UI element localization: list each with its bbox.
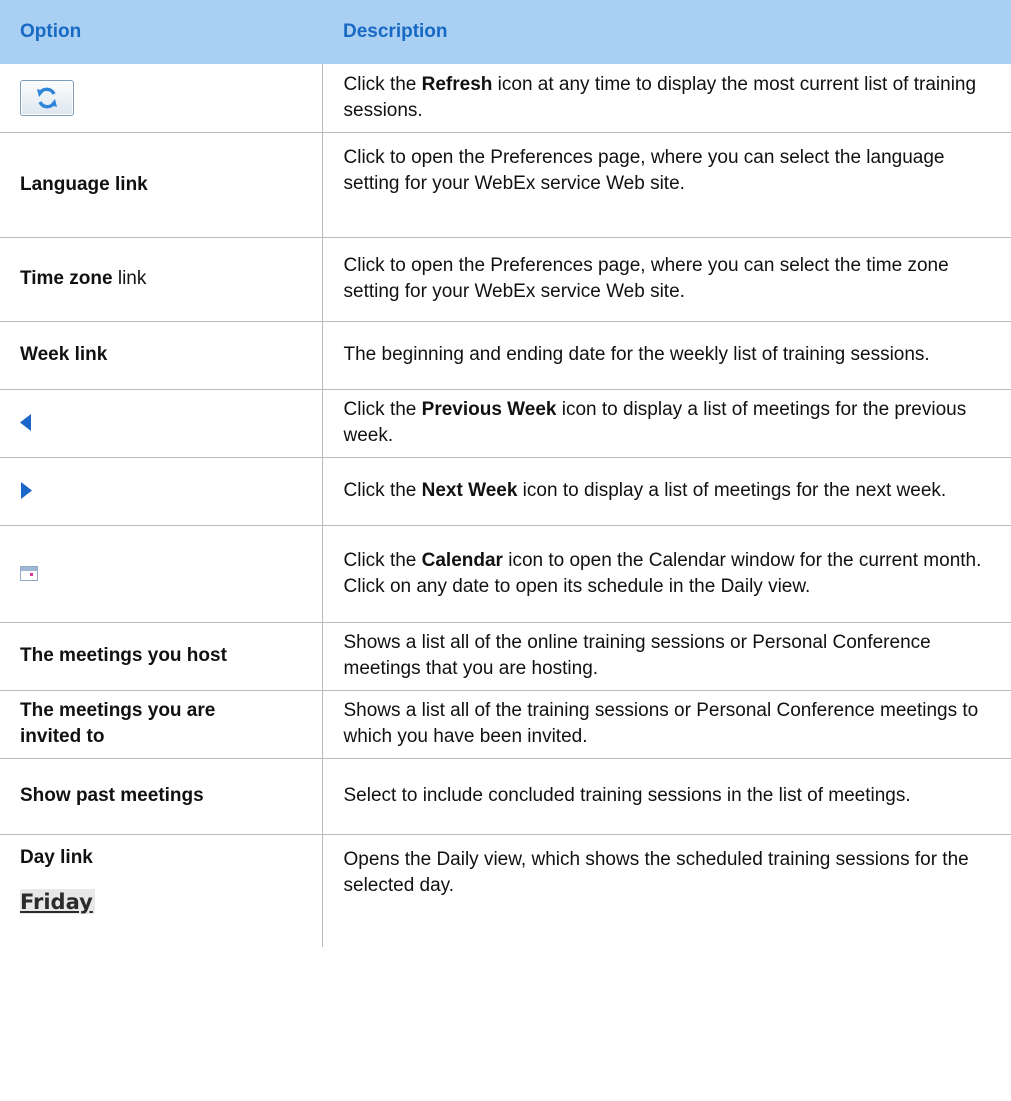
table-row-time-zone: Time zone link Click to open the Prefere… [0, 237, 1011, 322]
table-header-row: Option Description [0, 0, 1011, 64]
description-text: Shows a list all of the training session… [343, 700, 979, 747]
description-cell: Shows a list all of the training session… [321, 690, 1011, 759]
option-label: Week link [20, 344, 108, 365]
description-text: Click to open the Preferences page, wher… [343, 146, 945, 194]
option-cell [0, 64, 322, 133]
option-cell: Time zone link [0, 237, 322, 322]
table-row-previous-week: Click the Previous Week icon to display … [0, 389, 1011, 458]
description-keyword: Next Week [421, 480, 518, 501]
table-row-day-link: Day link Friday Opens the Daily view, wh… [0, 834, 1011, 947]
description-text: icon to display a list of meetings for t… [517, 480, 947, 501]
table-row-language: Language link Click to open the Preferen… [0, 132, 1011, 238]
description-text: Click the [343, 480, 422, 501]
description-cell: The beginning and ending date for the we… [321, 321, 1011, 390]
description-keyword: Calendar [421, 549, 503, 571]
description-cell: Click the Next Week icon to display a li… [321, 457, 1011, 526]
description-text: Click the [343, 549, 422, 571]
option-label-suffix: link [112, 268, 147, 289]
table-row-next-week: Click the Next Week icon to display a li… [0, 457, 1011, 526]
description-text: Click the [343, 73, 422, 95]
description-text: Shows a list all of the online training … [343, 632, 931, 679]
description-text: Click the [343, 399, 422, 420]
description-cell: Click the Refresh icon at any time to di… [321, 64, 1011, 133]
option-label: Show past meetings [20, 785, 204, 806]
table-row-refresh: Click the Refresh icon at any time to di… [0, 64, 1011, 133]
description-column-header: Description [322, 0, 1011, 64]
option-cell [0, 457, 322, 526]
description-cell: Select to include concluded training ses… [321, 758, 1011, 835]
table-row-calendar: Click the Calendar icon to open the Cale… [0, 525, 1011, 623]
option-cell [0, 389, 322, 458]
table-row-meetings-host: The meetings you host Shows a list all o… [0, 622, 1011, 691]
next-week-icon [21, 482, 32, 500]
option-label: Time zone [20, 268, 113, 289]
option-column-header: Option [0, 0, 322, 64]
description-text: Opens the Daily view, which shows the sc… [343, 848, 969, 896]
option-label: The meetings you host [20, 645, 227, 666]
description-keyword: Previous Week [421, 399, 557, 420]
description-keyword: Refresh [421, 73, 493, 95]
option-cell: Show past meetings [0, 758, 322, 835]
description-cell: Shows a list all of the online training … [321, 622, 1011, 691]
option-cell: Week link [0, 321, 322, 390]
option-label: Language link [20, 173, 148, 195]
description-cell: Click the Previous Week icon to display … [321, 389, 1011, 458]
description-text: Click to open the Preferences page, wher… [343, 255, 949, 302]
calendar-icon [20, 565, 38, 581]
option-cell: Language link [0, 132, 322, 238]
option-cell: Day link Friday [0, 834, 322, 947]
option-label: The meetings you are invited to [20, 700, 216, 747]
table-row-past-meetings: Show past meetings Select to include con… [0, 758, 1011, 835]
option-label: Day link [20, 846, 93, 868]
options-table: Option Description Click the Refresh ico… [0, 0, 1011, 947]
option-cell: The meetings you are invited to [0, 690, 322, 759]
day-link-sample: Friday [20, 888, 95, 914]
option-cell: The meetings you host [0, 622, 322, 691]
refresh-icon [20, 79, 74, 116]
table-row-meetings-invited: The meetings you are invited to Shows a … [0, 690, 1011, 759]
description-text: The beginning and ending date for the we… [343, 344, 930, 365]
description-cell: Click the Calendar icon to open the Cale… [321, 525, 1011, 623]
description-cell: Click to open the Preferences page, wher… [321, 237, 1011, 322]
description-text: Select to include concluded training ses… [343, 785, 911, 806]
option-cell [0, 525, 322, 623]
description-cell: Click to open the Preferences page, wher… [321, 132, 1011, 238]
table-row-week: Week link The beginning and ending date … [0, 321, 1011, 390]
description-cell: Opens the Daily view, which shows the sc… [321, 834, 1011, 947]
previous-week-icon [20, 414, 31, 432]
